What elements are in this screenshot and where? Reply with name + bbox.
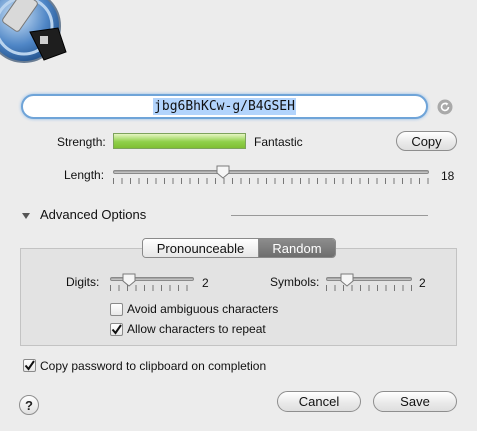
strength-label: Strength: (57, 135, 106, 149)
avoid-ambiguous-checkbox[interactable] (110, 303, 123, 316)
copy-button[interactable]: Copy (396, 131, 457, 151)
symbols-slider-track[interactable] (326, 277, 412, 281)
digits-value: 2 (202, 276, 209, 290)
allow-repeat-checkbox[interactable] (110, 323, 123, 336)
help-button[interactable]: ? (19, 395, 39, 415)
advanced-options-label[interactable]: Advanced Options (40, 207, 146, 222)
tab-random[interactable]: Random (259, 239, 335, 257)
digits-slider-thumb[interactable] (122, 273, 136, 287)
strength-value: Fantastic (254, 135, 303, 149)
copy-to-clipboard-checkbox[interactable] (23, 359, 36, 372)
avoid-ambiguous-label[interactable]: Avoid ambiguous characters (127, 302, 278, 316)
length-value: 18 (441, 169, 455, 183)
checkmark-icon (111, 324, 122, 335)
separator-line (231, 215, 428, 216)
tab-pronounceable[interactable]: Pronounceable (143, 239, 259, 257)
checkmark-icon (24, 360, 35, 371)
strength-meter (113, 133, 246, 149)
length-slider-track[interactable] (113, 170, 429, 174)
disclosure-triangle-icon[interactable] (21, 210, 31, 220)
length-slider-thumb[interactable] (216, 165, 230, 179)
allow-repeat-label[interactable]: Allow characters to repeat (127, 322, 266, 336)
length-label: Length: (64, 168, 105, 182)
cancel-button[interactable]: Cancel (277, 391, 361, 412)
symbols-value: 2 (419, 276, 426, 290)
copy-to-clipboard-label[interactable]: Copy password to clipboard on completion (40, 359, 266, 373)
length-slider-ticks (113, 178, 429, 184)
app-logo-icon (0, 0, 80, 70)
refresh-icon[interactable] (437, 99, 453, 115)
symbols-label: Symbols: (270, 275, 320, 289)
symbols-slider-ticks (326, 285, 412, 291)
symbols-slider-thumb[interactable] (340, 273, 354, 287)
password-field[interactable]: jbg6BhKCw-g/B4GSEH (21, 94, 428, 119)
strength-meter-fill (114, 134, 245, 148)
digits-label: Digits: (66, 275, 100, 289)
password-text[interactable]: jbg6BhKCw-g/B4GSEH (153, 98, 296, 115)
mode-segmented-control: Pronounceable Random (142, 238, 336, 258)
save-button[interactable]: Save (373, 391, 457, 412)
